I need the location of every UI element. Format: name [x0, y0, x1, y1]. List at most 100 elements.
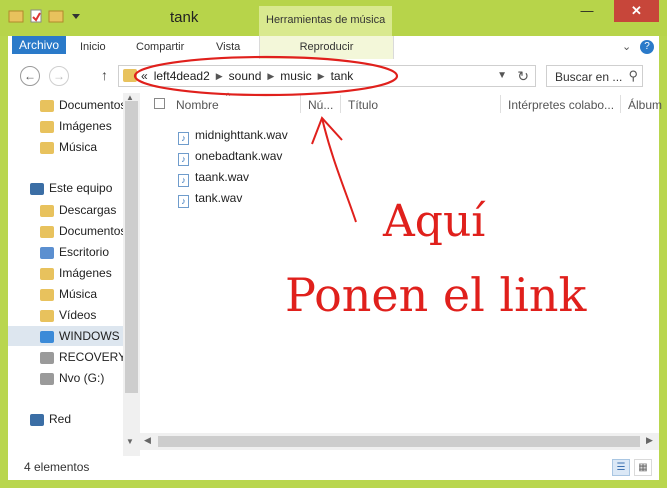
- sort-ascending-icon: ^: [226, 91, 231, 101]
- select-all-checkbox[interactable]: [154, 98, 165, 109]
- desktop-folder-icon: [40, 246, 54, 259]
- nav-item-label: Imágenes: [59, 266, 112, 280]
- list-item[interactable]: ♪ onebadtank.wav: [178, 147, 282, 166]
- column-divider[interactable]: [620, 95, 621, 113]
- column-numero[interactable]: Nú...: [308, 98, 333, 112]
- column-divider[interactable]: [500, 95, 501, 113]
- quick-access-toolbar: [8, 8, 84, 24]
- nav-item-label: Nvo (G:): [59, 371, 105, 385]
- scroll-left-icon[interactable]: ◀: [144, 435, 151, 446]
- nav-item-escritorio[interactable]: Escritorio: [40, 242, 123, 262]
- file-name: midnighttank.wav: [195, 128, 288, 142]
- tab-inicio[interactable]: Inicio: [80, 36, 106, 59]
- context-tab-header: Herramientas de música: [259, 6, 392, 36]
- breadcrumb-sound[interactable]: sound: [229, 69, 262, 83]
- nav-item-label: RECOVERY: [59, 350, 123, 364]
- scroll-right-icon[interactable]: ▶: [646, 435, 653, 446]
- column-divider[interactable]: [300, 95, 301, 113]
- explorer-window: tank Herramientas de música — ✕ Archivo …: [0, 0, 667, 488]
- drive-icon: [40, 351, 54, 364]
- folder-icon: [40, 309, 54, 322]
- scroll-down-icon[interactable]: ▼: [126, 437, 134, 446]
- nav-item-label: Red: [49, 412, 72, 426]
- help-icon[interactable]: ?: [640, 40, 654, 54]
- chevron-right-icon[interactable]: ▶: [267, 71, 274, 82]
- scrollbar-thumb[interactable]: [125, 101, 138, 393]
- nav-item-label: Música: [59, 287, 98, 301]
- column-album[interactable]: Álbum: [628, 98, 662, 112]
- nav-item-label: Música: [59, 140, 98, 154]
- nav-scrollbar[interactable]: ▲ ▼: [123, 93, 140, 456]
- nav-item-label: Documentos: [59, 98, 123, 112]
- audio-file-icon: ♪: [178, 174, 189, 187]
- breadcrumb-music[interactable]: music: [280, 69, 311, 83]
- network-icon: [30, 413, 44, 426]
- column-headers: ^ Nombre Nú... Título Intérpretes colabo…: [140, 91, 662, 115]
- column-divider[interactable]: [340, 95, 341, 113]
- folder-icon[interactable]: [8, 8, 24, 24]
- nav-item-nvo-g[interactable]: Nvo (G:): [40, 368, 123, 388]
- column-interpretes[interactable]: Intérpretes colabo...: [508, 98, 614, 112]
- nav-item-musica-2[interactable]: Música: [40, 284, 123, 304]
- search-icon[interactable]: ⚲: [628, 68, 638, 84]
- minimize-button[interactable]: —: [576, 0, 598, 22]
- column-nombre[interactable]: Nombre: [176, 98, 219, 112]
- breadcrumb-overflow[interactable]: «: [141, 69, 148, 83]
- close-button[interactable]: ✕: [614, 0, 659, 22]
- large-icons-view-icon[interactable]: ▦: [634, 459, 652, 476]
- list-item[interactable]: ♪ midnighttank.wav: [178, 126, 288, 145]
- up-button[interactable]: ↑: [101, 67, 108, 83]
- annotation-text-aqui: Aquí: [383, 196, 486, 247]
- address-bar[interactable]: « left4dead2 ▶ sound ▶ music ▶ tank ▼ ↻: [118, 65, 536, 87]
- forward-button[interactable]: →: [49, 66, 69, 86]
- chevron-down-icon[interactable]: ▼: [497, 70, 507, 81]
- nav-item-documentos-2[interactable]: Documentos: [40, 221, 123, 241]
- refresh-icon[interactable]: ↻: [517, 68, 529, 85]
- audio-file-icon: ♪: [178, 195, 189, 208]
- tab-compartir[interactable]: Compartir: [136, 36, 184, 59]
- search-input[interactable]: Buscar en ... ⚲: [546, 65, 643, 87]
- annotation-text-link: Ponen el link: [285, 268, 587, 322]
- nav-item-label: Descargas: [59, 203, 117, 217]
- back-button[interactable]: ←: [20, 66, 40, 86]
- window-title: tank: [170, 9, 199, 26]
- chevron-right-icon[interactable]: ▶: [318, 71, 325, 82]
- column-titulo[interactable]: Título: [348, 98, 378, 112]
- nav-item-recovery[interactable]: RECOVERY: [40, 347, 123, 367]
- expand-ribbon-icon[interactable]: ⌄: [622, 40, 631, 53]
- tab-archivo[interactable]: Archivo: [12, 36, 66, 54]
- chevron-right-icon[interactable]: ▶: [216, 71, 223, 82]
- windows-drive-icon: [40, 330, 54, 343]
- folder-icon: [40, 120, 54, 133]
- properties-icon[interactable]: [28, 8, 44, 24]
- details-view-icon[interactable]: ☰: [612, 459, 630, 476]
- nav-item-label: Documentos: [59, 224, 123, 238]
- nav-item-windows[interactable]: WINDOWS: [8, 326, 123, 346]
- folder-icon: [40, 99, 54, 112]
- folder-icon: [40, 288, 54, 301]
- nav-item-documentos[interactable]: Documentos: [40, 95, 123, 115]
- title-bar[interactable]: tank Herramientas de música — ✕: [0, 0, 667, 36]
- list-item[interactable]: ♪ taank.wav: [178, 168, 249, 187]
- horizontal-scrollbar[interactable]: ◀ ▶: [140, 433, 659, 450]
- nav-item-descargas[interactable]: Descargas: [40, 200, 123, 220]
- new-folder-icon[interactable]: [48, 8, 64, 24]
- search-placeholder: Buscar en ...: [555, 70, 623, 84]
- scrollbar-thumb[interactable]: [158, 436, 640, 447]
- status-bar: 4 elementos ☰ ▦: [8, 456, 659, 480]
- nav-item-red[interactable]: Red: [30, 409, 123, 429]
- nav-item-este-equipo[interactable]: Este equipo: [30, 178, 123, 198]
- tab-reproducir[interactable]: Reproducir: [259, 36, 394, 59]
- nav-item-imagenes[interactable]: Imágenes: [40, 116, 123, 136]
- item-count: 4 elementos: [24, 460, 90, 474]
- nav-item-musica[interactable]: Música: [40, 137, 123, 157]
- nav-item-imagenes-2[interactable]: Imágenes: [40, 263, 123, 283]
- nav-item-label: Vídeos: [59, 308, 97, 322]
- customize-toolbar-icon[interactable]: [68, 8, 84, 24]
- breadcrumb-left4dead2[interactable]: left4dead2: [154, 69, 210, 83]
- list-item[interactable]: ♪ tank.wav: [178, 189, 242, 208]
- nav-item-videos[interactable]: Vídeos: [40, 305, 123, 325]
- tab-vista[interactable]: Vista: [216, 36, 240, 59]
- drive-icon: [40, 372, 54, 385]
- breadcrumb-tank[interactable]: tank: [331, 69, 354, 83]
